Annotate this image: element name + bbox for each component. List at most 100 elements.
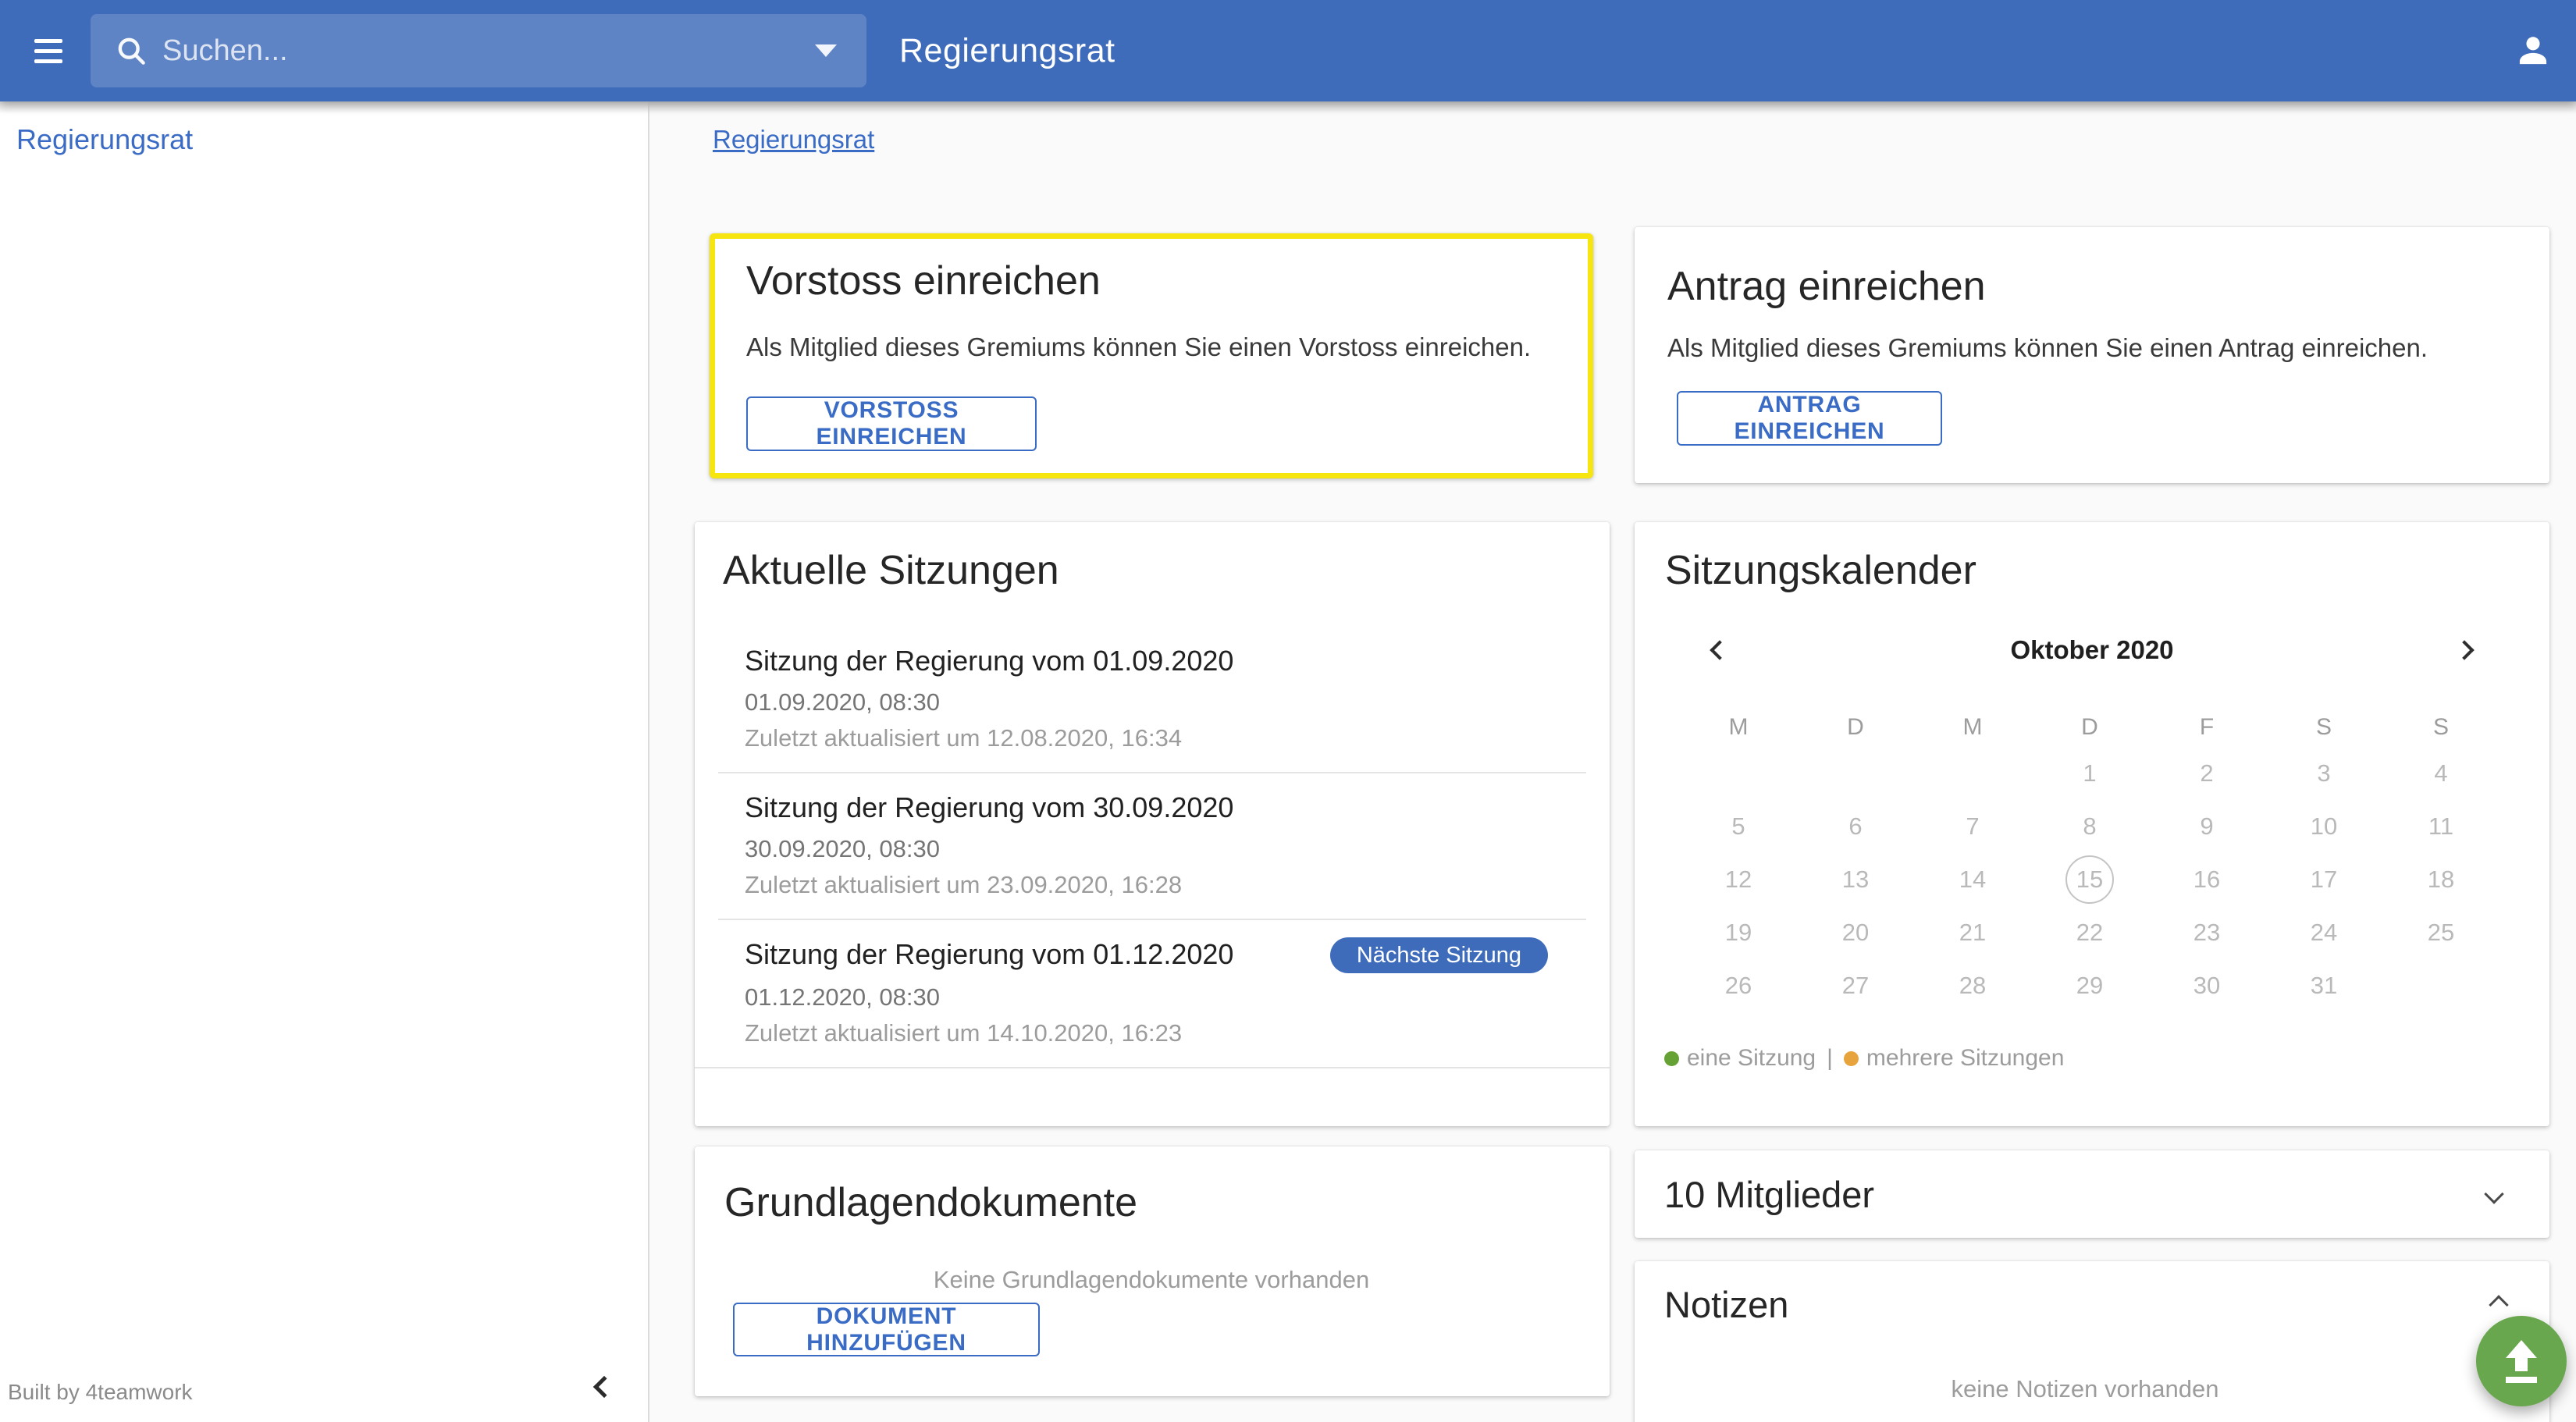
antrag-card-description: Als Mitglied dieses Gremiums können Sie …	[1667, 332, 2515, 364]
search-box[interactable]	[91, 14, 866, 87]
calendar-weekday-label: D	[1797, 714, 1914, 741]
row-sitzungen-kalender: Aktuelle Sitzungen Sitzung der Regierung…	[695, 522, 2549, 1126]
calendar-day-cell[interactable]: 31	[2265, 959, 2382, 1012]
calendar-day-cell[interactable]: 12	[1680, 853, 1797, 906]
sidebar-collapse-button[interactable]	[592, 1374, 617, 1403]
col-left-2: Aktuelle Sitzungen Sitzung der Regierung…	[695, 522, 1610, 1126]
sitzung-updated: Zuletzt aktualisiert um 14.10.2020, 16:2…	[745, 1019, 1583, 1048]
calendar-day-cell[interactable]: 9	[2148, 800, 2265, 853]
legend-dot-icon	[1844, 1051, 1859, 1066]
calendar-empty-cell	[1680, 747, 1797, 800]
sitzung-title: Sitzung der Regierung vom 30.09.2020	[745, 791, 1583, 825]
calendar-prev-month-button[interactable]	[1706, 637, 1733, 663]
user-account-button[interactable]	[2514, 31, 2553, 70]
row-dokumente-mitglieder: Grundlagendokumente Keine Grundlagendoku…	[695, 1146, 2549, 1422]
naechste-sitzung-badge: Nächste Sitzung	[1330, 937, 1548, 973]
calendar-day-cell[interactable]: 29	[2031, 959, 2148, 1012]
sitzung-title: Sitzung der Regierung vom 01.12.2020	[745, 937, 1233, 972]
calendar-day-cell[interactable]: 17	[2265, 853, 2382, 906]
search-dropdown-caret-icon[interactable]	[815, 44, 837, 57]
chevron-up-icon[interactable]	[2489, 1295, 2508, 1314]
list-item-sitzung-3[interactable]: Sitzung der Regierung vom 01.12.2020 Näc…	[695, 920, 1610, 1067]
calendar-day-cell[interactable]: 1	[2031, 747, 2148, 800]
antrag-card-title: Antrag einreichen	[1667, 265, 2515, 308]
app-bar: Regierungsrat	[0, 0, 2576, 101]
calendar-weekday-label: M	[1680, 714, 1797, 741]
calendar-day-cell[interactable]: 20	[1797, 906, 1914, 959]
calendar-weekday-label: S	[2265, 714, 2382, 741]
calendar-day-cell[interactable]: 5	[1680, 800, 1797, 853]
sitzungskalender-card: Sitzungskalender Oktober 2020 MDMDFSS 12…	[1635, 522, 2549, 1126]
mitglieder-card-title: 10 Mitglieder	[1664, 1173, 1874, 1216]
chevron-down-icon[interactable]	[2484, 1184, 2503, 1203]
grundlagen-empty-text: Keine Grundlagendokumente vorhanden	[724, 1265, 1578, 1295]
calendar-day-cell[interactable]: 16	[2148, 853, 2265, 906]
calendar-day-cell[interactable]: 14	[1914, 853, 2031, 906]
calendar-day-cell[interactable]: 21	[1914, 906, 2031, 959]
calendar-day-cell[interactable]: 3	[2265, 747, 2382, 800]
kalender-card-title: Sitzungskalender	[1665, 549, 2549, 592]
calendar-day-cell[interactable]: 10	[2265, 800, 2382, 853]
app-title: Regierungsrat	[899, 32, 1115, 70]
calendar-day-cell[interactable]: 13	[1797, 853, 1914, 906]
calendar-day-cell[interactable]: 24	[2265, 906, 2382, 959]
calendar-weekday-label: F	[2148, 714, 2265, 741]
notizen-card-header[interactable]: Notizen	[1664, 1283, 2506, 1326]
sitzungen-card-title: Aktuelle Sitzungen	[723, 549, 1610, 592]
calendar-day-cell[interactable]: 8	[2031, 800, 2148, 853]
aktuelle-sitzungen-card: Aktuelle Sitzungen Sitzung der Regierung…	[695, 522, 1610, 1126]
calendar-day-cell[interactable]: 7	[1914, 800, 2031, 853]
calendar-next-month-button[interactable]	[2451, 637, 2478, 663]
calendar-selected-day-circle: 15	[2065, 855, 2114, 904]
col-left-3: Grundlagendokumente Keine Grundlagendoku…	[695, 1146, 1610, 1396]
calendar-day-cell[interactable]: 19	[1680, 906, 1797, 959]
antrag-card: Antrag einreichen Als Mitglied dieses Gr…	[1635, 227, 2549, 483]
vorstoss-einreichen-button[interactable]: VORSTOSS EINREICHEN	[746, 396, 1037, 451]
calendar-day-cell[interactable]: 26	[1680, 959, 1797, 1012]
list-item-sitzung-1[interactable]: Sitzung der Regierung vom 01.09.2020 01.…	[695, 627, 1610, 772]
main-content: Regierungsrat Vorstoss einreichen Als Mi…	[649, 101, 2576, 1422]
calendar-day-cell[interactable]: 2	[2148, 747, 2265, 800]
col-right-2: Sitzungskalender Oktober 2020 MDMDFSS 12…	[1635, 522, 2549, 1126]
sitzung-date: 01.09.2020, 08:30	[745, 688, 1583, 717]
upload-icon	[2500, 1338, 2542, 1384]
breadcrumb[interactable]: Regierungsrat	[713, 125, 874, 155]
list-item-sitzung-2[interactable]: Sitzung der Regierung vom 30.09.2020 30.…	[695, 773, 1610, 919]
legend-label: mehrere Sitzungen	[1866, 1045, 2064, 1072]
content-area: Vorstoss einreichen Als Mitglied dieses …	[695, 227, 2549, 1422]
dokument-hinzufuegen-button[interactable]: DOKUMENT HINZUFÜGEN	[733, 1303, 1040, 1356]
mitglieder-card[interactable]: 10 Mitglieder	[1635, 1150, 2549, 1238]
sidebar: Regierungsrat Built by 4teamwork	[0, 101, 649, 1422]
sidebar-item-regierungsrat[interactable]: Regierungsrat	[16, 123, 193, 156]
calendar-day-cell[interactable]: 18	[2382, 853, 2500, 906]
calendar-day-cell[interactable]: 6	[1797, 800, 1914, 853]
calendar-day-cell[interactable]: 4	[2382, 747, 2500, 800]
calendar-day-cell[interactable]: 23	[2148, 906, 2265, 959]
calendar-day-cell[interactable]: 15	[2031, 853, 2148, 906]
calendar-day-cell[interactable]: 30	[2148, 959, 2265, 1012]
calendar-day-cell[interactable]: 27	[1797, 959, 1914, 1012]
footer-credit: Built by 4teamwork	[8, 1380, 193, 1405]
row-submit-cards: Vorstoss einreichen Als Mitglied dieses …	[695, 227, 2549, 483]
calendar-day-cell[interactable]: 22	[2031, 906, 2148, 959]
notizen-card-title: Notizen	[1664, 1283, 1788, 1326]
hamburger-menu-icon[interactable]	[34, 33, 62, 69]
grundlagen-card-title: Grundlagendokumente	[724, 1181, 1578, 1225]
upload-fab-button[interactable]	[2476, 1316, 2567, 1406]
legend-dot-icon	[1664, 1051, 1679, 1066]
notizen-empty-text: keine Notizen vorhanden	[1664, 1374, 2506, 1404]
calendar-day-cell[interactable]: 28	[1914, 959, 2031, 1012]
calendar-weekday-label: D	[2031, 714, 2148, 741]
calendar-weekday-label: S	[2382, 714, 2500, 741]
col-right-1: Antrag einreichen Als Mitglied dieses Gr…	[1635, 227, 2549, 483]
sitzungen-card-footer	[695, 1067, 1610, 1126]
sitzung-date: 01.12.2020, 08:30	[745, 983, 1583, 1012]
antrag-einreichen-button[interactable]: ANTRAG EINREICHEN	[1677, 391, 1942, 446]
calendar-day-cell[interactable]: 11	[2382, 800, 2500, 853]
calendar-header: Oktober 2020	[1635, 631, 2549, 669]
calendar-day-cell[interactable]: 25	[2382, 906, 2500, 959]
person-icon	[2514, 31, 2553, 70]
legend-separator: |	[1827, 1045, 1833, 1072]
calendar-day-grid: 1234567891011121314151617181920212223242…	[1680, 747, 2501, 1012]
search-input[interactable]	[161, 34, 815, 69]
